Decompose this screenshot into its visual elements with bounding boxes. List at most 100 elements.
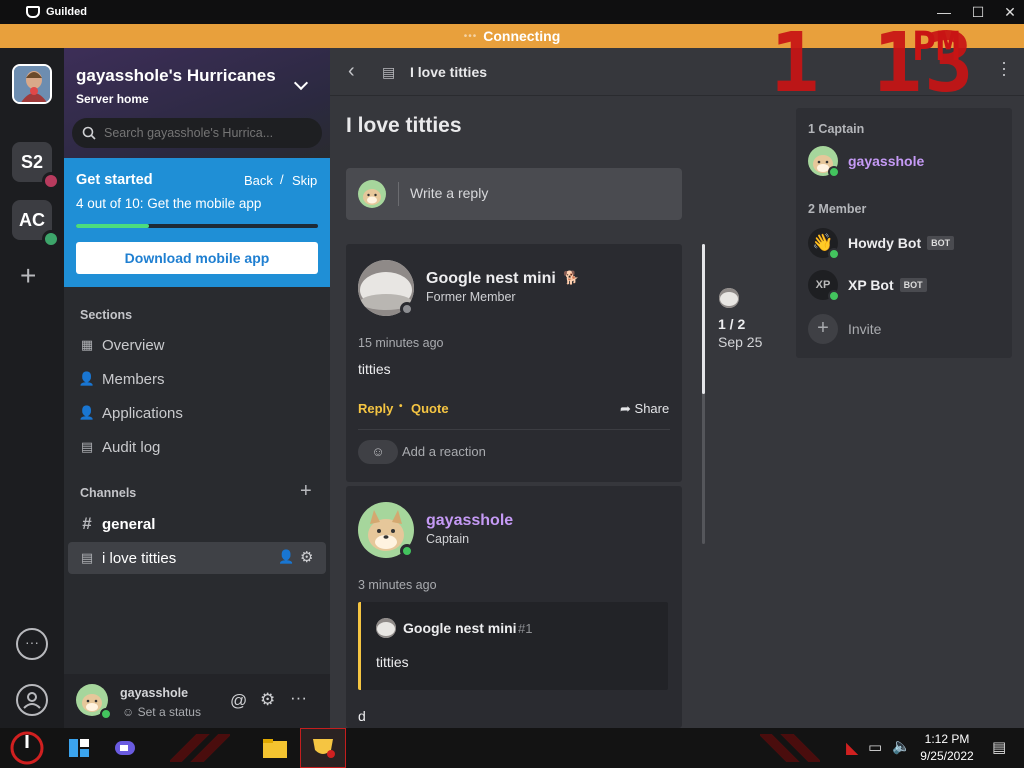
network-icon[interactable]: ▭	[868, 738, 882, 756]
post-author[interactable]: gayasshole	[426, 512, 513, 530]
action-separator: •	[399, 401, 403, 412]
online-status-icon	[100, 708, 112, 720]
captain-header: 1 Captain	[808, 122, 865, 136]
chevron-down-icon[interactable]	[293, 75, 309, 91]
divider	[398, 182, 399, 206]
server-avatar-hurricanes[interactable]	[12, 64, 52, 104]
clock-overlay-ampm: PM	[912, 24, 961, 70]
add-reaction-icon[interactable]: ☺	[358, 440, 398, 464]
members-panel: 1 Captain gayasshole 2 Member 👋 Howdy Bo…	[796, 108, 1012, 358]
reply-button[interactable]: Reply	[358, 401, 393, 416]
reply-box[interactable]: Write a reply	[346, 168, 682, 220]
channel-general[interactable]: # general	[68, 508, 326, 540]
section-overview[interactable]: ▦ Overview	[68, 329, 326, 361]
search-input[interactable]	[104, 126, 294, 140]
folder-icon	[263, 739, 287, 758]
server-sidebar: gayasshole's Hurricanes Server home Get …	[64, 48, 330, 728]
add-member-icon[interactable]: 👤	[278, 549, 294, 565]
more-icon[interactable]: ···	[290, 688, 307, 708]
post-card: Google nest mini 🐕 Former Member 15 minu…	[346, 244, 682, 482]
clipboard-icon: ▤	[80, 439, 94, 454]
server-subtitle: Server home	[76, 92, 149, 106]
teams-chat-button[interactable]	[102, 728, 148, 768]
set-status-link[interactable]: ☺ Set a status	[122, 705, 201, 719]
posts-scrollbar-track[interactable]	[702, 244, 705, 544]
member-name: Howdy Bot	[848, 235, 922, 251]
plus-icon: +	[808, 314, 838, 344]
settings-gear-icon[interactable]: ⚙	[260, 690, 275, 710]
get-started-back-link[interactable]: Back	[244, 173, 273, 188]
post-author[interactable]: Google nest mini	[426, 270, 556, 288]
section-applications[interactable]: 👤 Applications	[68, 397, 326, 429]
nest-mini-icon	[376, 618, 396, 638]
server-header[interactable]: gayasshole's Hurricanes Server home	[64, 48, 330, 158]
members-icon: 👤	[78, 371, 96, 386]
timeline-avatar[interactable]	[719, 288, 739, 308]
invite-button[interactable]: + Invite	[808, 314, 881, 344]
windows-widgets-icon	[69, 739, 89, 757]
taskbar: ◣ ▭ 🔈 1:12 PM 9/25/2022 ▤	[0, 728, 1024, 768]
server-search[interactable]	[72, 118, 322, 148]
taskbar-time[interactable]: 1:12 PM	[918, 732, 976, 746]
reply-placeholder[interactable]: Write a reply	[410, 185, 488, 201]
get-started-skip-link[interactable]: Skip	[292, 173, 317, 188]
start-button[interactable]	[4, 728, 50, 768]
bot-badge: BOT	[899, 278, 927, 292]
server-s2-label: S2	[20, 151, 44, 172]
section-label: Applications	[102, 404, 183, 422]
get-started-title: Get started	[76, 172, 153, 188]
doge-badge-icon: 🐕	[563, 270, 580, 285]
taskbar-decoration	[170, 734, 230, 762]
app-name: Guilded	[46, 6, 87, 18]
community-icon[interactable]	[16, 684, 48, 716]
list-icon: ▤	[80, 550, 94, 565]
post-author-role: Captain	[426, 532, 470, 546]
kebab-menu-icon[interactable]: ···	[994, 60, 1015, 78]
quoted-author: Google nest mini	[403, 620, 517, 636]
member-name: gayasshole	[848, 153, 925, 169]
section-audit-log[interactable]: ▤ Audit log	[68, 431, 326, 463]
member-xp-bot[interactable]: XP XP Bot BOT	[808, 270, 927, 302]
guilded-logo-icon	[26, 6, 40, 18]
server-image-icon	[14, 66, 50, 102]
member-howdy-bot[interactable]: 👋 Howdy Bot BOT	[808, 228, 955, 260]
add-reaction-label[interactable]: Add a reaction	[402, 444, 486, 459]
doge-avatar-icon	[363, 189, 381, 205]
section-members[interactable]: 👤 Members	[68, 363, 326, 395]
people-icon	[23, 692, 41, 709]
volume-muted-icon[interactable]: 🔈	[892, 737, 911, 755]
chat-bubble-icon[interactable]: ···	[16, 628, 48, 660]
channel-i-love-titties[interactable]: ▤ i love titties 👤 ⚙	[68, 542, 326, 574]
taskbar-date[interactable]: 9/25/2022	[918, 749, 976, 763]
share-button[interactable]: ➦ Share	[620, 401, 669, 417]
server-ac[interactable]: AC	[12, 200, 60, 248]
gear-icon[interactable]: ⚙	[300, 548, 313, 566]
post-timestamp: 15 minutes ago	[358, 336, 444, 350]
post-body: d	[358, 708, 366, 724]
mentions-icon[interactable]: @	[230, 691, 247, 711]
quoted-post[interactable]: Google nest mini #1 titties	[358, 602, 668, 690]
close-button[interactable]: ✕	[992, 0, 1024, 24]
nest-mini-icon	[719, 288, 739, 308]
loading-dots-icon: •••	[463, 30, 478, 42]
back-arrow-icon[interactable]: ‹	[348, 60, 355, 83]
file-explorer-button[interactable]	[252, 728, 298, 768]
member-gayasshole[interactable]: gayasshole	[808, 146, 925, 178]
get-started-panel: Get started Back / Skip 4 out of 10: Get…	[64, 158, 330, 287]
quote-button[interactable]: Quote	[411, 401, 449, 416]
server-ac-label: AC	[19, 209, 45, 230]
online-status-icon	[828, 290, 840, 302]
msi-tray-icon[interactable]: ◣	[846, 738, 858, 758]
server-rail: S2 AC + ···	[0, 48, 64, 728]
add-channel-icon[interactable]: +	[300, 480, 312, 503]
download-mobile-app-button[interactable]: Download mobile app	[76, 242, 318, 274]
taskbar-decoration	[760, 734, 820, 762]
task-view-button[interactable]	[56, 728, 102, 768]
section-label: Audit log	[102, 438, 161, 456]
server-s2[interactable]: S2	[12, 142, 60, 190]
guilded-taskbar-button[interactable]	[300, 728, 346, 768]
notifications-icon[interactable]: ▤	[992, 738, 1006, 756]
post-body: titties	[358, 361, 391, 377]
add-server-icon[interactable]: +	[20, 260, 36, 292]
posts-scrollbar-thumb[interactable]	[702, 244, 705, 394]
